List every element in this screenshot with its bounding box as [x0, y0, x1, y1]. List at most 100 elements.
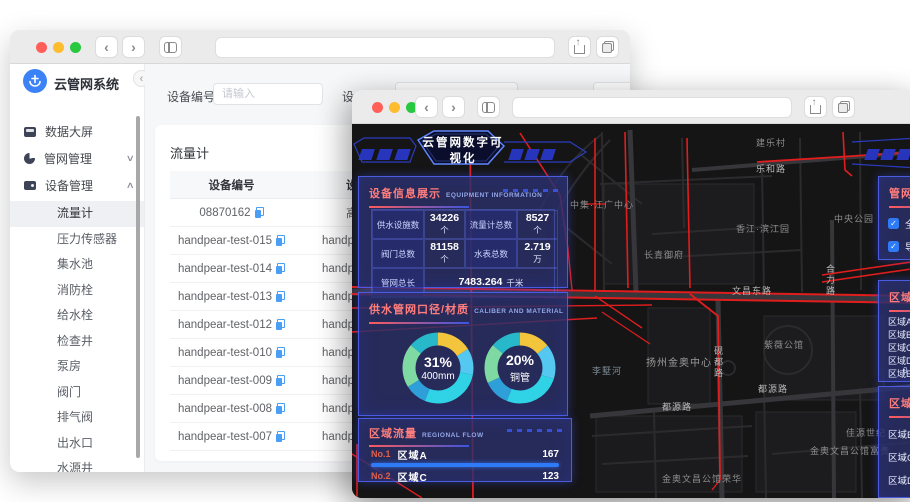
material-donut-chart[interactable]: 20% 铜管	[482, 330, 558, 406]
copy-icon[interactable]	[275, 235, 285, 246]
col-device-no: 设备编号	[208, 179, 255, 192]
panes-icon	[164, 41, 177, 53]
app-title: 云管网系统	[54, 77, 120, 92]
equipment-info-panel: 设备信息展示 EQUIPMENT INFORMATION 供水设施数 34226 个…	[358, 176, 568, 298]
desktop-stage: ‹ › 云管网系统 ‹	[0, 0, 910, 502]
copy-icon[interactable]	[275, 291, 285, 302]
map-label: 长青御府	[644, 250, 685, 260]
sidebar-toggle-button[interactable]	[477, 96, 500, 118]
layer-checkbox-row[interactable]: ✓ 导入	[888, 239, 910, 254]
header-underline	[369, 322, 469, 324]
copy-icon[interactable]	[275, 431, 285, 442]
menu-label: 数据大屏	[45, 125, 94, 139]
header-underline	[889, 416, 910, 418]
sidebar-item-pipe-mgmt[interactable]: 管网管理 ∨	[10, 145, 144, 172]
map-label: 建乐村	[756, 138, 787, 148]
sidebar-toggle-button[interactable]	[159, 36, 182, 58]
device-no-input[interactable]	[213, 83, 323, 105]
panel-subtitle: EQUIPMENT INFORMATION	[446, 192, 543, 199]
flow-list-item[interactable]: 区域C	[888, 450, 910, 464]
map-label: 金奥文昌公馆荣华	[662, 474, 743, 484]
back-button[interactable]: ‹	[415, 96, 438, 118]
sidebar-item-outlet[interactable]: 出水口	[10, 431, 144, 457]
header-underline	[889, 310, 910, 312]
copy-icon[interactable]	[275, 403, 285, 414]
sidebar-item-exhaust-valve[interactable]: 排气阀	[10, 405, 144, 431]
legend-item[interactable]: 区域C	[888, 343, 910, 353]
sidebar-item-valve[interactable]: 阀门	[10, 380, 144, 406]
header-underline	[369, 206, 469, 208]
device-icon	[24, 181, 36, 190]
sidebar-item-pump-house[interactable]: 泵房	[10, 354, 144, 380]
copy-icon[interactable]	[275, 375, 285, 386]
address-bar[interactable]	[215, 37, 555, 58]
sidebar-item-sump[interactable]: 集水池	[10, 252, 144, 278]
flow-list-item[interactable]: 区域D	[888, 473, 910, 487]
sidebar-item-fire-hydrant[interactable]: 消防栓	[10, 278, 144, 304]
regional-flow-right-panel: 区域流量 区域B 区域C 区域D 区域E	[878, 386, 910, 498]
tabs-overview-button[interactable]	[832, 96, 855, 118]
sidebar-scrollbar[interactable]	[136, 116, 140, 458]
copy-icon[interactable]	[254, 207, 264, 218]
device-no-label: 设备编号:	[167, 90, 219, 104]
share-button[interactable]	[568, 36, 591, 58]
legend-item[interactable]: 区域B	[888, 330, 910, 340]
panel-subtitle: REGIONAL FLOW	[422, 432, 484, 439]
close-window-button[interactable]	[36, 42, 47, 53]
gis-dashboard: 建乐村 乐和路 中集·江广中心 中央公园 香江·滨江园 长青御府 文昌东路 合力…	[352, 124, 910, 498]
flow-list-item[interactable]: 区域E	[888, 496, 910, 498]
back-button[interactable]: ‹	[95, 36, 118, 58]
sidebar-item-water-source-well[interactable]: 水源井	[10, 456, 144, 472]
legend-item[interactable]: 区域A	[888, 317, 910, 327]
share-icon	[810, 97, 821, 114]
screen-icon	[24, 126, 36, 137]
forward-button[interactable]: ›	[122, 36, 145, 58]
dashboard-title: 云管网数字可视化	[422, 137, 504, 165]
panel-title: 管网图层	[889, 188, 910, 200]
map-label: 都源路	[758, 384, 789, 394]
layer-checkbox-row[interactable]: ✓ 全选	[888, 216, 910, 231]
sidebar-item-flowmeter[interactable]: 流量计	[10, 201, 144, 227]
stat-label: 供水设施数	[372, 210, 424, 239]
panel-title: 区域流量	[889, 398, 910, 410]
map-label: 扬州金奥中心	[646, 358, 712, 369]
sidebar: 云管网系统 ‹ 数据大屏 管网管理 ∨ 设备管理 ∧ 流量计 压力传感器 集水池…	[10, 64, 150, 472]
chevron-down-icon: ∨	[126, 153, 136, 163]
stat-label: 阀门总数	[372, 239, 424, 268]
panel-title: 供水管网口径/材质	[369, 304, 470, 316]
panel-subtitle: CALIBER AND MATERIAL	[474, 308, 564, 315]
header-dashes	[503, 189, 559, 192]
forward-button[interactable]: ›	[442, 96, 465, 118]
copy-icon[interactable]	[275, 347, 285, 358]
flow-list-item[interactable]: 区域B	[888, 427, 910, 441]
stat-label: 流量计总数	[465, 210, 517, 239]
copy-icon[interactable]	[275, 319, 285, 330]
map-label: 香江·滨江园	[736, 224, 790, 234]
regional-flow-panel: 区域流量 REGIONAL FLOW No.1 区域A 167 No.2 区域C …	[358, 418, 572, 484]
copy-icon[interactable]	[275, 263, 285, 274]
menu-label: 管网管理	[44, 152, 93, 166]
map-label: 乐和路	[756, 164, 787, 174]
checkbox-checked-icon[interactable]: ✓	[888, 218, 899, 229]
zoom-window-button[interactable]	[70, 42, 81, 53]
address-bar[interactable]	[512, 97, 792, 118]
stats-grid: 供水设施数 34226 个 流量计总数 8527 个 阀门总数 81158 个 水表总…	[371, 209, 558, 298]
legend-item[interactable]: 区域D	[888, 356, 910, 366]
minimize-window-button[interactable]	[389, 102, 400, 113]
flow-progress-bar	[371, 463, 559, 467]
tabs-overview-button[interactable]	[596, 36, 619, 58]
header-dashes	[507, 429, 563, 432]
checkbox-checked-icon[interactable]: ✓	[888, 241, 899, 252]
share-button[interactable]	[804, 96, 827, 118]
sidebar-item-water-hydrant[interactable]: 给水栓	[10, 303, 144, 329]
close-window-button[interactable]	[372, 102, 383, 113]
caliber-donut-chart[interactable]: 31% 400mm	[400, 330, 476, 406]
caliber-material-panel: 供水管网口径/材质 CALIBER AND MATERIAL 31% 400mm 2…	[358, 292, 568, 416]
menu-label: 设备管理	[45, 179, 94, 193]
minimize-window-button[interactable]	[53, 42, 64, 53]
sidebar-item-inspection-well[interactable]: 检查井	[10, 329, 144, 355]
sidebar-item-pressure-sensor[interactable]: 压力传感器	[10, 227, 144, 253]
sidebar-item-device-mgmt[interactable]: 设备管理 ∧	[10, 172, 144, 199]
map-label: 李墅河	[592, 366, 623, 376]
sidebar-item-data-screen[interactable]: 数据大屏	[10, 118, 144, 145]
